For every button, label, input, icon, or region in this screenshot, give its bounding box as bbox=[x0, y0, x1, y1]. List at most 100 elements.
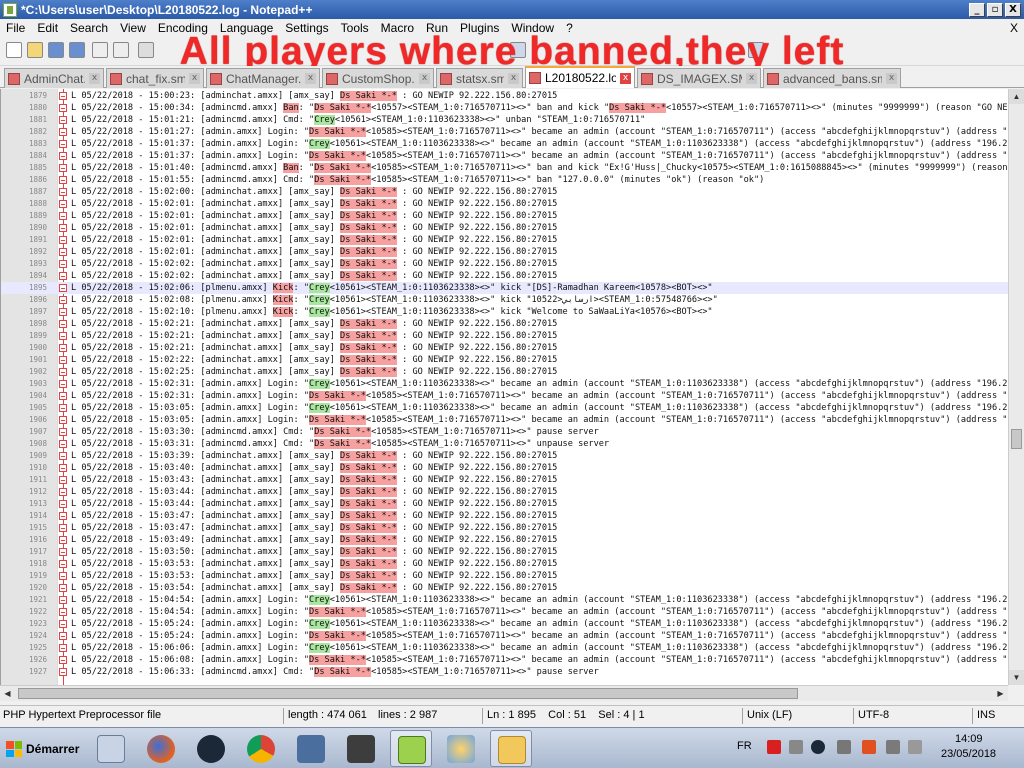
editor-line[interactable]: 1887 L 05/22/2018 - 15:02:00: [adminchat.… bbox=[1, 186, 1009, 198]
editor-line[interactable]: 1905 L 05/22/2018 - 15:03:05: [admin.amxx… bbox=[1, 402, 1009, 414]
editor-line[interactable]: 1892 L 05/22/2018 - 15:02:01: [adminchat.… bbox=[1, 246, 1009, 258]
save-icon[interactable] bbox=[48, 42, 64, 58]
editor-line[interactable]: 1880 L 05/22/2018 - 15:00:34: [admincmd.a… bbox=[1, 102, 1009, 114]
fold-marker-icon[interactable] bbox=[59, 656, 67, 664]
fold-marker-icon[interactable] bbox=[59, 236, 67, 244]
editor-line[interactable]: 1894 L 05/22/2018 - 15:02:02: [adminchat.… bbox=[1, 270, 1009, 282]
fold-marker-icon[interactable] bbox=[59, 464, 67, 472]
fold-marker-icon[interactable] bbox=[59, 200, 67, 208]
steam-tray-icon[interactable] bbox=[811, 740, 825, 754]
fold-marker-icon[interactable] bbox=[59, 524, 67, 532]
tab-customshop-ini[interactable]: CustomShop.inix bbox=[322, 68, 434, 88]
fold-marker-icon[interactable] bbox=[59, 584, 67, 592]
editor-line[interactable]: 1883 L 05/22/2018 - 15:01:37: [admin.amxx… bbox=[1, 138, 1009, 150]
menu-window[interactable]: Window bbox=[505, 21, 560, 35]
tab-close-icon[interactable]: x bbox=[189, 73, 200, 84]
editor-line[interactable]: 1921 L 05/22/2018 - 15:04:54: [admin.amxx… bbox=[1, 594, 1009, 606]
fold-marker-icon[interactable] bbox=[59, 560, 67, 568]
editor-line[interactable]: 1914 L 05/22/2018 - 15:03:47: [adminchat.… bbox=[1, 510, 1009, 522]
editor-line[interactable]: 1917 L 05/22/2018 - 15:03:50: [adminchat.… bbox=[1, 546, 1009, 558]
editor-line[interactable]: 1922 L 05/22/2018 - 15:04:54: [admin.amxx… bbox=[1, 606, 1009, 618]
print-icon[interactable] bbox=[138, 42, 154, 58]
fold-marker-icon[interactable] bbox=[59, 572, 67, 580]
close-file-icon[interactable] bbox=[92, 42, 108, 58]
editor-line[interactable]: 1879 L 05/22/2018 - 15:00:23: [adminchat.… bbox=[1, 90, 1009, 102]
vertical-scroll-thumb[interactable] bbox=[1011, 429, 1022, 449]
fold-marker-icon[interactable] bbox=[59, 536, 67, 544]
network-icon[interactable] bbox=[886, 740, 900, 754]
menu-settings[interactable]: Settings bbox=[279, 21, 334, 35]
fold-marker-icon[interactable] bbox=[59, 416, 67, 424]
editor-line[interactable]: 1884 L 05/22/2018 - 15:01:37: [admin.amxx… bbox=[1, 150, 1009, 162]
fold-marker-icon[interactable] bbox=[59, 452, 67, 460]
tab-l20180522-log[interactable]: L20180522.logx bbox=[525, 66, 635, 88]
editor-line[interactable]: 1907 L 05/22/2018 - 15:03:30: [admincmd.a… bbox=[1, 426, 1009, 438]
editor-line[interactable]: 1920 L 05/22/2018 - 15:03:54: [adminchat.… bbox=[1, 582, 1009, 594]
menu-encoding[interactable]: Encoding bbox=[152, 21, 214, 35]
tab-chatmanager-ini[interactable]: ChatManager.inix bbox=[206, 68, 320, 88]
fold-marker-icon[interactable] bbox=[59, 380, 67, 388]
fold-marker-icon[interactable] bbox=[59, 164, 67, 172]
scroll-down-icon[interactable]: ▼ bbox=[1009, 670, 1024, 685]
editor-line[interactable]: 1893 L 05/22/2018 - 15:02:02: [adminchat.… bbox=[1, 258, 1009, 270]
taskbar-remote-desktop[interactable] bbox=[290, 730, 332, 767]
taskbar-notepad-plus-plus[interactable] bbox=[390, 730, 432, 767]
macro-icon[interactable] bbox=[748, 42, 764, 58]
fold-marker-icon[interactable] bbox=[59, 116, 67, 124]
tab-statsx-sma[interactable]: statsx.smax bbox=[436, 68, 523, 88]
fold-marker-icon[interactable] bbox=[59, 308, 67, 316]
fold-marker-icon[interactable] bbox=[59, 212, 67, 220]
fold-marker-icon[interactable] bbox=[59, 356, 67, 364]
editor-line[interactable]: 1926 L 05/22/2018 - 15:06:08: [admin.amxx… bbox=[1, 654, 1009, 666]
fold-marker-icon[interactable] bbox=[59, 260, 67, 268]
editor-area[interactable]: 1879 L 05/22/2018 - 15:00:23: [adminchat.… bbox=[0, 89, 1022, 685]
menu-language[interactable]: Language bbox=[214, 21, 279, 35]
close-document-button[interactable]: X bbox=[1010, 21, 1018, 35]
menu-search[interactable]: Search bbox=[64, 21, 114, 35]
new-file-icon[interactable] bbox=[6, 42, 22, 58]
close-all-icon[interactable] bbox=[113, 42, 129, 58]
vertical-scrollbar[interactable]: ▲ ▼ bbox=[1008, 89, 1024, 685]
menu-plugins[interactable]: Plugins bbox=[454, 21, 505, 35]
fold-marker-icon[interactable] bbox=[59, 92, 67, 100]
fold-marker-icon[interactable] bbox=[59, 440, 67, 448]
fold-marker-icon[interactable] bbox=[59, 404, 67, 412]
fold-marker-icon[interactable] bbox=[59, 548, 67, 556]
editor-line[interactable]: 1910 L 05/22/2018 - 15:03:40: [adminchat.… bbox=[1, 462, 1009, 474]
maximize-button[interactable]: ▫ bbox=[987, 2, 1003, 17]
tray-icon[interactable] bbox=[862, 740, 876, 754]
editor-line[interactable]: 1890 L 05/22/2018 - 15:02:01: [adminchat.… bbox=[1, 222, 1009, 234]
menu-macro[interactable]: Macro bbox=[375, 21, 420, 35]
fold-marker-icon[interactable] bbox=[59, 368, 67, 376]
editor-line[interactable]: 1912 L 05/22/2018 - 15:03:44: [adminchat.… bbox=[1, 486, 1009, 498]
tab-close-icon[interactable]: x bbox=[508, 73, 519, 84]
editor-line[interactable]: 1901 L 05/22/2018 - 15:02:22: [adminchat.… bbox=[1, 354, 1009, 366]
close-button[interactable]: X bbox=[1005, 2, 1021, 17]
fold-marker-icon[interactable] bbox=[59, 320, 67, 328]
editor-line[interactable]: 1925 L 05/22/2018 - 15:06:06: [admin.amxx… bbox=[1, 642, 1009, 654]
fold-marker-icon[interactable] bbox=[59, 140, 67, 148]
taskbar-explorer[interactable] bbox=[490, 730, 532, 767]
horizontal-scroll-thumb[interactable] bbox=[18, 688, 798, 699]
horizontal-scrollbar[interactable]: ◀ ▶ bbox=[0, 685, 1008, 701]
taskbar-steam[interactable] bbox=[190, 730, 232, 767]
menu-help[interactable]: ? bbox=[560, 21, 579, 35]
menu-edit[interactable]: Edit bbox=[31, 21, 64, 35]
taskbar-calculator[interactable] bbox=[90, 730, 132, 767]
language-indicator[interactable]: FR bbox=[737, 740, 752, 752]
volume-icon[interactable] bbox=[837, 740, 851, 754]
fold-marker-icon[interactable] bbox=[59, 668, 67, 676]
menu-run[interactable]: Run bbox=[420, 21, 454, 35]
fold-marker-icon[interactable] bbox=[59, 620, 67, 628]
fold-marker-icon[interactable] bbox=[59, 152, 67, 160]
fold-marker-icon[interactable] bbox=[59, 284, 67, 292]
fold-marker-icon[interactable] bbox=[59, 296, 67, 304]
editor-line[interactable]: 1906 L 05/22/2018 - 15:03:05: [admin.amxx… bbox=[1, 414, 1009, 426]
editor-line[interactable]: 1882 L 05/22/2018 - 15:01:27: [admin.amxx… bbox=[1, 126, 1009, 138]
editor-line[interactable]: 1918 L 05/22/2018 - 15:03:53: [adminchat.… bbox=[1, 558, 1009, 570]
scroll-right-icon[interactable]: ▶ bbox=[993, 686, 1008, 701]
notification-icon[interactable] bbox=[908, 740, 922, 754]
tab-close-icon[interactable]: x bbox=[419, 73, 430, 84]
editor-line[interactable]: 1927 L 05/22/2018 - 15:06:33: [admincmd.a… bbox=[1, 666, 1009, 678]
editor-line[interactable]: 1897 L 05/22/2018 - 15:02:10: [plmenu.amx… bbox=[1, 306, 1009, 318]
